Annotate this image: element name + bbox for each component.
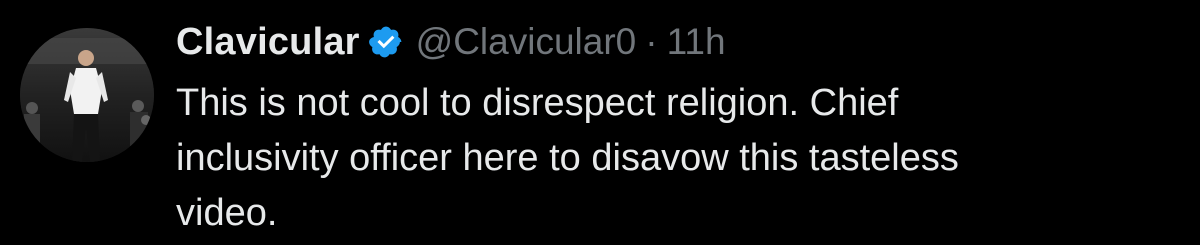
tweet-content: Clavicular @Clavicular0 · 11h This is no…: [176, 14, 1176, 241]
tweet-header: Clavicular @Clavicular0 · 11h: [176, 14, 1176, 70]
separator-dot: ·: [645, 21, 658, 62]
author-handle[interactable]: @Clavicular0: [416, 21, 637, 63]
tweet[interactable]: Clavicular @Clavicular0 · 11h This is no…: [0, 0, 1200, 245]
tweet-timestamp[interactable]: 11h: [667, 21, 726, 63]
verified-badge-icon[interactable]: [368, 24, 404, 60]
avatar[interactable]: [20, 28, 154, 162]
author-name[interactable]: Clavicular: [176, 21, 360, 64]
avatar-photo-icon: [20, 28, 154, 162]
tweet-text: This is not cool to disrespect religion.…: [176, 82, 959, 234]
